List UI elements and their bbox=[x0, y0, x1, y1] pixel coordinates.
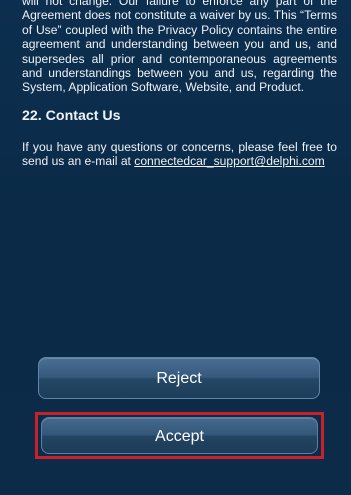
contact-paragraph: If you have any questions or concerns, p… bbox=[22, 140, 337, 169]
contact-us-heading: 22. Contact Us bbox=[22, 107, 121, 124]
terms-paragraph: will not change. Our failure to enforce … bbox=[22, 0, 337, 95]
contact-email-link[interactable]: connectedcar_support@delphi.com bbox=[134, 154, 324, 168]
terms-screen: will not change. Our failure to enforce … bbox=[0, 0, 351, 495]
terms-content: will not change. Our failure to enforce … bbox=[22, 0, 337, 169]
reject-button[interactable]: Reject bbox=[38, 357, 320, 399]
accept-button[interactable]: Accept bbox=[41, 417, 318, 454]
